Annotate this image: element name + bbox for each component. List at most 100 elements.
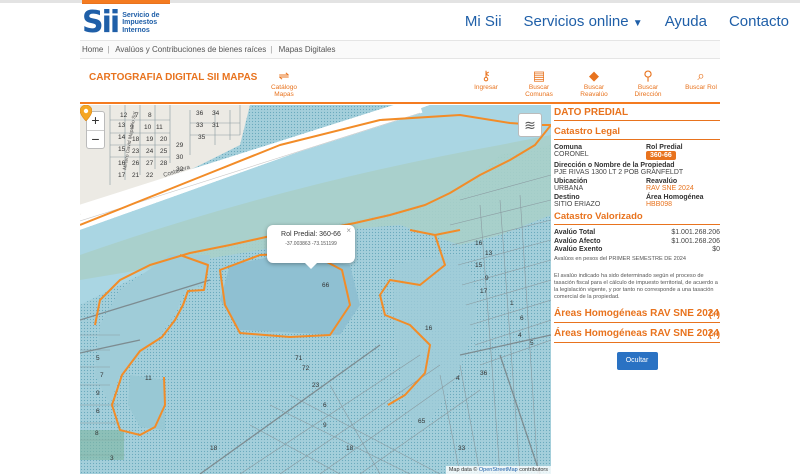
svg-text:22: 22: [146, 172, 154, 179]
buscar-reavaluo-button[interactable]: ◆ Buscar Reavalúo: [576, 68, 612, 98]
buscar-reavaluo-label: Buscar Reavalúo: [580, 84, 608, 98]
reavaluo-value[interactable]: RAV SNE 2024: [646, 185, 720, 192]
areas-homogeneas-title-1: Áreas Homogéneas RAV SNE 2024: [554, 308, 719, 319]
svg-text:27: 27: [146, 160, 154, 167]
buscar-rol-label: Buscar Rol: [685, 84, 717, 91]
svg-text:17: 17: [480, 288, 488, 295]
svg-text:17: 17: [118, 172, 126, 179]
layers-icon: ≋: [524, 117, 536, 133]
ocultar-button[interactable]: Ocultar: [616, 352, 658, 370]
breadcrumb: Home | Avalúos y Contribuciones de bienes…: [80, 40, 720, 59]
areas-homogeneas-accordion-2[interactable]: Áreas Homogéneas RAV SNE 2024 (+): [554, 325, 720, 343]
ingresar-button[interactable]: ⚷ Ingresar: [468, 68, 504, 91]
svg-text:15: 15: [475, 262, 483, 269]
attrib-prefix: Map data ©: [448, 467, 478, 473]
nav-contacto[interactable]: Contacto: [729, 13, 789, 30]
buscar-direccion-button[interactable]: ⚲ Buscar Dirección: [629, 68, 667, 98]
sii-logo[interactable]: Sii Servicio de Impuestos Internos: [82, 5, 160, 40]
zoom-out-button[interactable]: −: [87, 130, 104, 148]
catastro-legal-heading: Catastro Legal: [554, 121, 720, 140]
logo-text: Servicio de Impuestos Internos: [122, 12, 159, 35]
direccion-label: Dirección o Nombre de la Propiedad: [554, 162, 675, 169]
page-title: CARTOGRAFIA DIGITAL SII MAPAS: [89, 72, 258, 83]
svg-text:23: 23: [312, 382, 320, 389]
svg-text:13: 13: [118, 122, 126, 129]
buscar-rol-button[interactable]: ⌕ Buscar Rol: [682, 68, 720, 91]
map-toolbar: CARTOGRAFIA DIGITAL SII MAPAS ⇌ Catálogo…: [80, 62, 720, 104]
nav-servicios-label: Servicios online: [523, 13, 629, 30]
logo-line-2: Impuestos: [122, 19, 158, 27]
catastro-legal-grid: Comuna Rol Predial CORONEL 360-66 Direcc…: [554, 142, 720, 208]
destino-label: Destino: [554, 194, 580, 201]
buscar-comunas-button[interactable]: ▤ Buscar Comunas: [521, 68, 557, 98]
svg-text:24: 24: [146, 148, 154, 155]
catalogo-label: Catálogo Mapas: [270, 84, 298, 98]
buscar-comunas-label: Buscar Comunas: [525, 84, 553, 98]
direccion-value: PJE RIVAS 1300 LT 2 POB GRANFELDT: [554, 169, 684, 176]
svg-text:29: 29: [176, 142, 184, 149]
svg-text:11: 11: [156, 124, 163, 131]
svg-text:21: 21: [132, 172, 140, 179]
caret-down-icon: ▼: [632, 18, 643, 29]
avaluo-exento-row: Avalúo Exento $0: [554, 246, 720, 253]
destino-value: SITIO ERIAZO: [554, 201, 601, 208]
breadcrumb-page: Mapas Digitales: [278, 45, 336, 54]
area-homogenea-label: Área Homogénea: [646, 194, 704, 201]
popup-close-button[interactable]: ×: [346, 226, 351, 235]
location-pin-icon: ⚲: [643, 68, 653, 83]
svg-text:11: 11: [145, 375, 152, 382]
area-homogenea-value[interactable]: HBB098: [646, 201, 720, 208]
expand-icon-2[interactable]: (+): [709, 327, 720, 341]
svg-text:25: 25: [160, 148, 168, 155]
logo-line-1: Servicio de: [122, 11, 160, 19]
svg-text:16: 16: [425, 325, 433, 332]
reavaluo-label: Reavalúo: [646, 178, 678, 185]
attrib-osm-link[interactable]: OpenStreetMap: [479, 467, 518, 473]
map-icon: ▤: [532, 68, 546, 83]
svg-text:18: 18: [346, 445, 354, 452]
svg-text:6: 6: [323, 402, 327, 409]
map-canvas[interactable]: 12 7 8 36 34 33 31 13 14 15 9 10 11 18 19 20 23 24 2…: [80, 105, 551, 474]
svg-text:13: 13: [485, 250, 493, 257]
map-popup: × Rol Predial: 360-66 -37.003863 -73.151…: [267, 225, 355, 269]
svg-text:19: 19: [146, 136, 154, 143]
avaluo-afecto-label: Avalúo Afecto: [554, 237, 601, 245]
popup-title: Rol Predial: 360-66: [281, 231, 341, 238]
svg-text:5: 5: [96, 355, 100, 362]
svg-text:66: 66: [322, 282, 330, 289]
expand-icon-1[interactable]: (+): [709, 307, 720, 321]
popup-coords: -37.003863 -73.151199: [285, 241, 337, 247]
logo-mark: Sii: [82, 5, 120, 40]
catalogo-mapas-button[interactable]: ⇌ Catálogo Mapas: [263, 68, 305, 98]
svg-text:33: 33: [458, 445, 466, 452]
breadcrumb-home[interactable]: Home: [82, 45, 103, 54]
location-marker-icon[interactable]: [80, 105, 92, 121]
svg-text:23: 23: [132, 148, 140, 155]
avaluo-total-value: $1.001.268.206: [671, 229, 720, 236]
buscar-direccion-label: Buscar Dirección: [634, 84, 662, 98]
layers-button[interactable]: ≋: [518, 113, 542, 137]
svg-text:18: 18: [210, 445, 218, 452]
nav-servicios-online[interactable]: Servicios online ▼: [524, 13, 643, 30]
key-icon: ⚷: [481, 68, 491, 83]
svg-text:6: 6: [520, 315, 524, 322]
avaluo-total-row: Avalúo Total $1.001.268.206: [554, 229, 720, 236]
map-attribution: Map data © OpenStreetMap contributors: [445, 466, 551, 474]
svg-text:71: 71: [295, 355, 303, 362]
svg-text:4: 4: [456, 375, 460, 382]
svg-text:34: 34: [212, 110, 220, 117]
svg-text:35: 35: [198, 134, 206, 141]
areas-homogeneas-accordion-1[interactable]: Áreas Homogéneas RAV SNE 2024 (+): [554, 305, 720, 323]
avaluo-exento-label: Avalúo Exento: [554, 246, 603, 253]
semestre-note: Avalúos en pesos del PRIMER SEMESTRE DE …: [554, 256, 687, 262]
logo-line-3: Internos: [122, 26, 150, 34]
info-panel: DATO PREDIAL Catastro Legal Comuna Rol P…: [554, 105, 720, 474]
rol-badge: 360-66: [646, 151, 676, 160]
breadcrumb-section[interactable]: Avalúos y Contribuciones de bienes raíce…: [115, 45, 266, 54]
comuna-value: CORONEL: [554, 151, 589, 158]
comuna-label: Comuna: [554, 144, 582, 151]
attrib-suffix: contributors: [519, 467, 548, 473]
avaluo-afecto-row: Avalúo Afecto $1.001.268.206: [554, 238, 720, 245]
nav-mi-sii[interactable]: Mi Sii: [465, 13, 502, 30]
nav-ayuda[interactable]: Ayuda: [665, 13, 707, 30]
